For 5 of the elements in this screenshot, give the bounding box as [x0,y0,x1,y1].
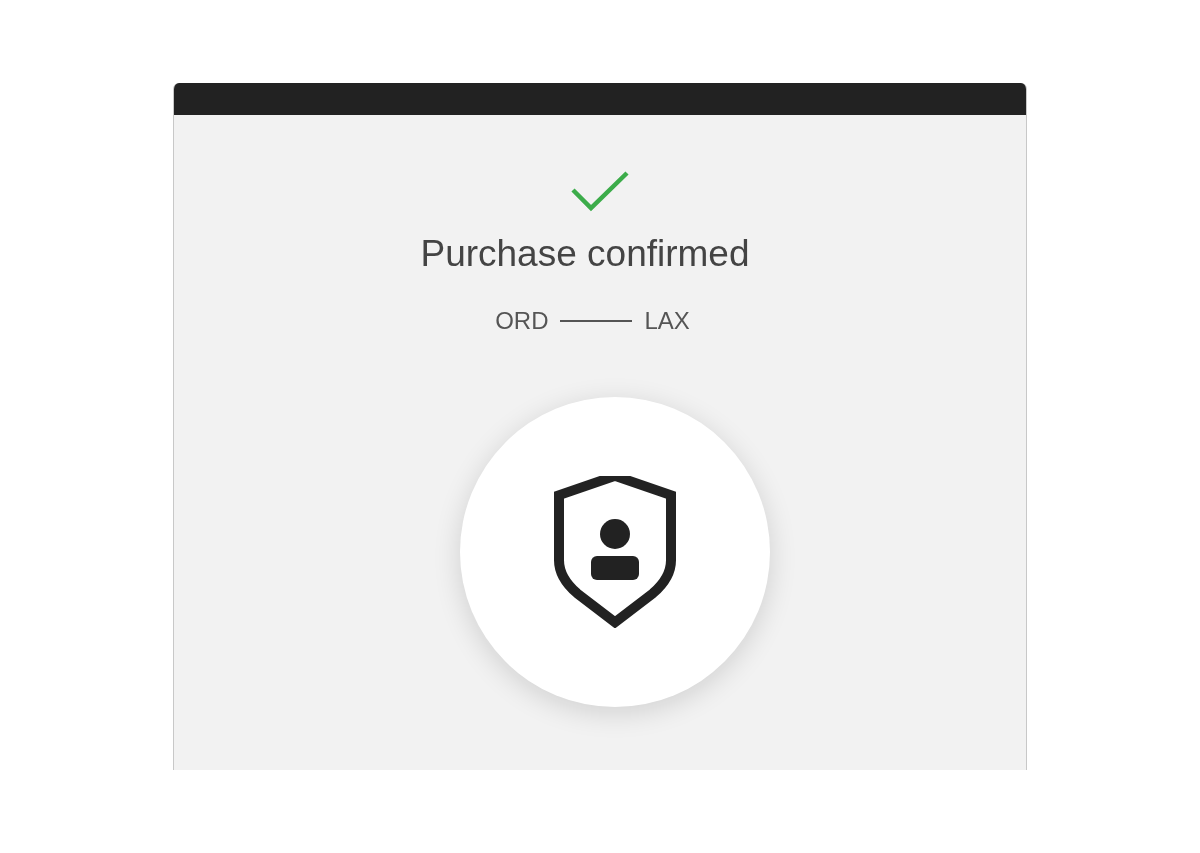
shield-person-icon [553,476,677,628]
destination-code: LAX [644,306,690,336]
checkmark-icon [571,170,629,214]
confirmation-title: Purchase confirmed [420,232,750,276]
origin-code: ORD [495,306,549,336]
